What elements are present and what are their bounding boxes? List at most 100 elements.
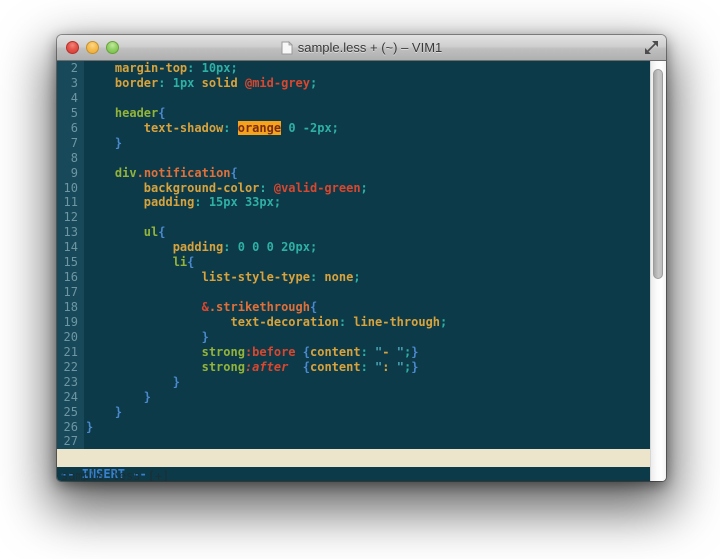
fullscreen-button[interactable] (644, 40, 659, 55)
code-token (86, 181, 144, 195)
code-token: } (173, 375, 180, 389)
code-token: content (310, 345, 361, 359)
code-line[interactable]: 14 padding: 0 0 0 20px; (57, 240, 650, 255)
code-token (86, 61, 115, 75)
code-token (86, 121, 144, 135)
code-token: padding (144, 195, 195, 209)
scrollbar-thumb[interactable] (653, 69, 663, 279)
code-token: @valid-green (274, 181, 361, 195)
code-token: { (303, 345, 310, 359)
code-token (86, 345, 202, 359)
code-token: ; (353, 270, 360, 284)
code-token: .strikethrough (209, 300, 310, 314)
code-token (86, 300, 202, 314)
code-text: strong:after {content: ": ";} (86, 360, 418, 375)
code-text: padding: 0 0 0 20px; (86, 240, 317, 255)
code-token: :after (245, 360, 288, 374)
code-text: } (86, 136, 122, 151)
code-line[interactable]: 4 (57, 91, 650, 106)
code-text: margin-top: 10px; (86, 61, 238, 76)
line-number: 8 (57, 151, 84, 166)
code-line[interactable]: 2 margin-top: 10px; (57, 61, 650, 76)
code-line[interactable]: 22 strong:after {content: ": ";} (57, 360, 650, 375)
vim-editor: 2 margin-top: 10px;3 border: 1px solid @… (57, 61, 650, 481)
code-token: padding (173, 240, 224, 254)
code-token: line-through (353, 315, 440, 329)
line-number: 22 (57, 360, 84, 375)
code-line[interactable]: 5 header{ (57, 106, 650, 121)
code-token: margin-top (115, 61, 187, 75)
code-line[interactable]: 12 (57, 210, 650, 225)
line-number: 14 (57, 240, 84, 255)
code-text: &.strikethrough{ (86, 300, 317, 315)
code-line[interactable]: 16 list-style-type: none; (57, 270, 650, 285)
code-line[interactable]: 18 &.strikethrough{ (57, 300, 650, 315)
fullscreen-icon (644, 40, 659, 55)
line-number: 2 (57, 61, 84, 76)
line-number: 23 (57, 375, 84, 390)
code-text: ul{ (86, 225, 165, 240)
line-number: 26 (57, 420, 84, 435)
line-number: 6 (57, 121, 84, 136)
code-line[interactable]: 6 text-shadow: orange 0 -2px; (57, 121, 650, 136)
code-line[interactable]: 20 } (57, 330, 650, 345)
code-token (86, 106, 115, 120)
code-token (86, 136, 115, 150)
code-token: ; (361, 181, 368, 195)
line-number: 7 (57, 136, 84, 151)
code-token: : 0 0 0 20px; (223, 240, 317, 254)
code-area[interactable]: 2 margin-top: 10px;3 border: 1px solid @… (57, 61, 650, 449)
line-number: 9 (57, 166, 84, 181)
title-area: sample.less + (~) – VIM1 (57, 35, 666, 60)
code-line[interactable]: 13 ul{ (57, 225, 650, 240)
code-line[interactable]: 7 } (57, 136, 650, 151)
code-token (296, 345, 303, 359)
code-token: : (223, 121, 237, 135)
code-line[interactable]: 17 (57, 285, 650, 300)
code-line[interactable]: 11 padding: 15px 33px; (57, 195, 650, 210)
code-text: text-shadow: orange 0 -2px; (86, 121, 339, 136)
code-token: text-decoration (231, 315, 339, 329)
code-token: : (310, 270, 324, 284)
code-token: div (115, 166, 137, 180)
code-token (86, 390, 144, 404)
code-token: : (361, 345, 375, 359)
line-number: 20 (57, 330, 84, 345)
code-line[interactable]: 19 text-decoration: line-through; (57, 315, 650, 330)
code-token (288, 360, 302, 374)
code-token (86, 166, 115, 180)
code-text: header{ (86, 106, 166, 121)
code-line[interactable]: 9 div.notification{ (57, 166, 650, 181)
code-text: strong:before {content: "- ";} (86, 345, 418, 360)
close-button[interactable] (66, 41, 79, 54)
code-line[interactable]: 15 li{ (57, 255, 650, 270)
window-titlebar[interactable]: sample.less + (~) – VIM1 (57, 35, 666, 61)
code-token: } (202, 330, 209, 344)
code-token: text-shadow (144, 121, 223, 135)
code-text: } (86, 420, 93, 435)
code-token: " (397, 360, 404, 374)
code-line[interactable]: 25 } (57, 405, 650, 420)
code-token: @mid-grey (245, 76, 310, 90)
code-line[interactable]: 23 } (57, 375, 650, 390)
code-token: ul (144, 225, 158, 239)
code-token: : 10px; (187, 61, 238, 75)
document-icon (281, 41, 293, 55)
code-token: li (173, 255, 187, 269)
scrollbar-track[interactable] (650, 61, 666, 481)
minimize-button[interactable] (86, 41, 99, 54)
code-line[interactable]: 21 strong:before {content: "- ";} (57, 345, 650, 360)
code-line[interactable]: 24 } (57, 390, 650, 405)
code-line[interactable]: 27 (57, 434, 650, 449)
code-token (86, 240, 173, 254)
line-number: 4 (57, 91, 84, 106)
zoom-button[interactable] (106, 41, 119, 54)
window-title: sample.less + (~) – VIM1 (298, 40, 443, 55)
code-text: border: 1px solid @mid-grey; (86, 76, 317, 91)
code-line[interactable]: 26} (57, 420, 650, 435)
vim-window: sample.less + (~) – VIM1 2 margin-top: 1… (57, 35, 666, 481)
code-text: text-decoration: line-through; (86, 315, 447, 330)
code-line[interactable]: 3 border: 1px solid @mid-grey; (57, 76, 650, 91)
code-line[interactable]: 8 (57, 151, 650, 166)
code-line[interactable]: 10 background-color: @valid-green; (57, 181, 650, 196)
